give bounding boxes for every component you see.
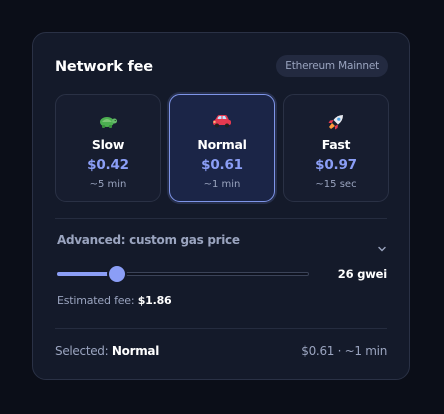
gas-price-value: 26 gwei: [337, 267, 387, 281]
speed-label: Slow: [91, 137, 125, 152]
speed-time: ~15 sec: [315, 179, 357, 190]
divider: [55, 328, 387, 329]
network-badge: Ethereum Mainnet: [276, 55, 388, 77]
speed-option-slow[interactable]: Slow $0.42 ~5 min: [55, 94, 161, 202]
speed-time: ~1 min: [203, 179, 241, 190]
selected-detail: $0.61 · ~1 min: [301, 344, 387, 358]
card-title: Network fee: [55, 59, 153, 75]
advanced-label: Advanced: custom gas price: [57, 233, 240, 247]
slider-thumb[interactable]: [109, 266, 126, 282]
selected-summary: Selected: Normal: [55, 344, 159, 358]
speed-option-normal[interactable]: Normal $0.61 ~1 min: [169, 94, 275, 202]
estimated-fee: Estimated fee: $1.86: [57, 294, 172, 307]
turtle-icon: [56, 112, 160, 130]
speed-price: $0.97: [315, 157, 357, 173]
car-icon: [170, 112, 274, 130]
divider: [55, 218, 387, 219]
speed-price: $0.61: [201, 157, 243, 173]
chevron-down-icon: [377, 239, 387, 252]
slider-fill: [57, 272, 118, 276]
speed-time: ~5 min: [89, 179, 127, 190]
advanced-toggle[interactable]: Advanced: custom gas price: [55, 233, 387, 253]
speed-option-fast[interactable]: Fast $0.97 ~15 sec: [283, 94, 389, 202]
network-fee-card: Network fee Ethereum Mainnet Slow $0.42 …: [32, 32, 410, 380]
speed-label: Fast: [321, 137, 351, 152]
rocket-icon: [284, 112, 388, 130]
selected-label: Selected:: [55, 344, 112, 358]
gas-price-slider[interactable]: [57, 266, 309, 282]
estimated-fee-label: Estimated fee:: [57, 294, 138, 307]
speed-price: $0.42: [87, 157, 129, 173]
selected-value: Normal: [111, 344, 160, 358]
estimated-fee-value: $1.86: [137, 294, 172, 307]
speed-label: Normal: [197, 137, 247, 152]
